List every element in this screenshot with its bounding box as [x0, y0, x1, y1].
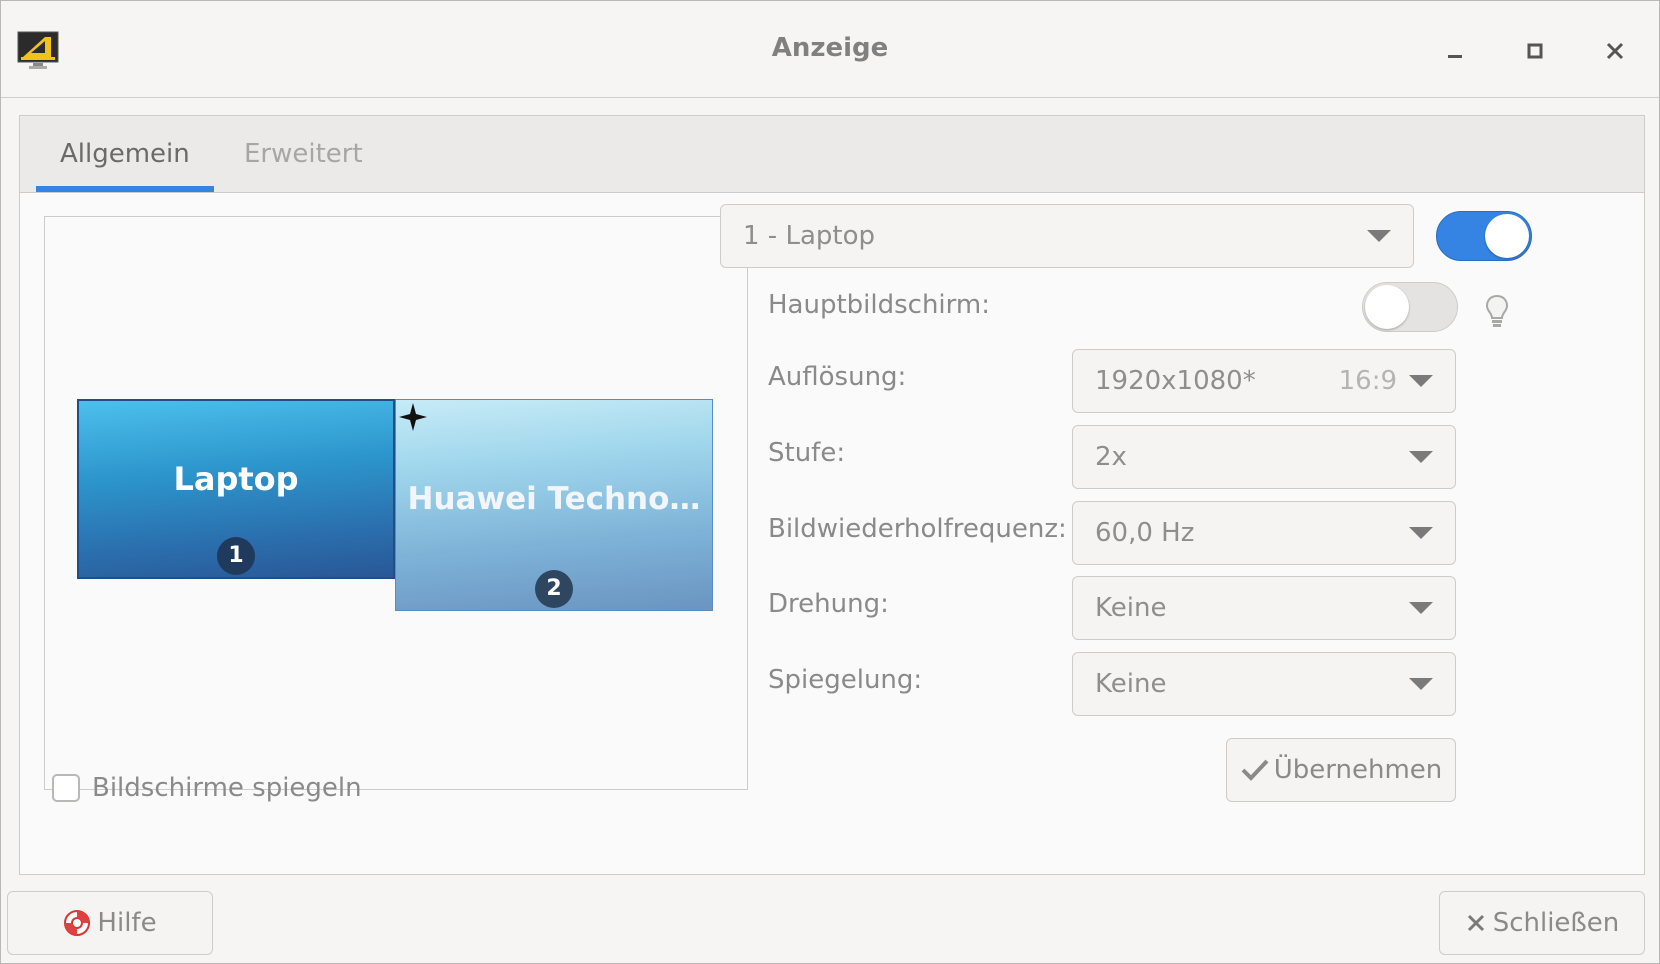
- resolution-select[interactable]: 1920x1080* 16:9: [1072, 349, 1456, 413]
- help-button[interactable]: Hilfe: [7, 891, 213, 955]
- chevron-down-icon: [1409, 375, 1433, 387]
- display-settings-window: Anzeige Allgemein Erweitert Laptop 1 Hua…: [0, 0, 1660, 964]
- rotation-select[interactable]: Keine: [1072, 576, 1456, 640]
- refresh-rate-select[interactable]: 60,0 Hz: [1072, 501, 1456, 565]
- resolution-value: 1920x1080*: [1095, 366, 1256, 396]
- monitor-enabled-switch[interactable]: [1436, 211, 1532, 261]
- switch-knob: [1365, 285, 1409, 329]
- reflection-select[interactable]: Keine: [1072, 652, 1456, 716]
- primary-display-label: Hauptbildschirm:: [768, 290, 990, 320]
- primary-display-switch[interactable]: [1362, 282, 1458, 332]
- apply-button[interactable]: Übernehmen: [1226, 738, 1456, 802]
- mirror-displays-checkbox[interactable]: Bildschirme spiegeln: [52, 770, 362, 806]
- monitor-select-value: 1 - Laptop: [743, 221, 875, 251]
- titlebar: Anzeige: [1, 1, 1659, 98]
- window-title: Anzeige: [771, 33, 889, 63]
- close-button[interactable]: Schließen: [1439, 891, 1645, 955]
- apply-button-label: Übernehmen: [1273, 755, 1443, 785]
- close-button-label: Schließen: [1492, 908, 1620, 938]
- chevron-down-icon: [1367, 230, 1391, 242]
- resolution-label: Auflösung:: [768, 362, 907, 392]
- close-icon[interactable]: [1601, 37, 1629, 65]
- scale-value: 2x: [1095, 442, 1127, 472]
- help-button-label: Hilfe: [97, 908, 157, 938]
- chevron-down-icon: [1409, 602, 1433, 614]
- tab-allgemein[interactable]: Allgemein: [36, 116, 214, 192]
- monitor-number-badge: 2: [535, 570, 573, 608]
- monitor-laptop[interactable]: Laptop 1: [77, 399, 395, 579]
- monitor-huawei[interactable]: Huawei Techno… 2: [395, 399, 713, 611]
- lifebuoy-icon: [63, 909, 91, 937]
- reflection-label: Spiegelung:: [768, 665, 923, 695]
- monitor-number-badge: 1: [217, 537, 255, 575]
- chevron-down-icon: [1409, 678, 1433, 690]
- monitor-name: Huawei Techno…: [407, 481, 701, 517]
- primary-star-icon: [399, 403, 427, 431]
- mirror-displays-label: Bildschirme spiegeln: [92, 773, 362, 803]
- switch-knob: [1485, 214, 1529, 258]
- tab-bar: Allgemein Erweitert: [20, 116, 1644, 193]
- rotation-value: Keine: [1095, 593, 1167, 623]
- reflection-value: Keine: [1095, 669, 1167, 699]
- refresh-rate-value: 60,0 Hz: [1095, 518, 1195, 548]
- refresh-rate-label: Bildwiederholfrequenz:: [768, 514, 1067, 544]
- rotation-label: Drehung:: [768, 589, 889, 619]
- maximize-icon[interactable]: [1521, 37, 1549, 65]
- resolution-aspect: 16:9: [1338, 366, 1397, 396]
- close-x-icon: [1465, 912, 1487, 934]
- tab-erweitert[interactable]: Erweitert: [220, 116, 387, 192]
- checkmark-icon: [1241, 759, 1269, 781]
- scale-select[interactable]: 2x: [1072, 425, 1456, 489]
- monitor-arrangement-preview[interactable]: Laptop 1 Huawei Techno… 2: [44, 216, 748, 790]
- lightbulb-icon[interactable]: [1484, 294, 1510, 328]
- minimize-icon[interactable]: [1441, 37, 1469, 65]
- chevron-down-icon: [1409, 527, 1433, 539]
- monitor-select[interactable]: 1 - Laptop: [720, 204, 1414, 268]
- scale-label: Stufe:: [768, 438, 846, 468]
- chevron-down-icon: [1409, 451, 1433, 463]
- checkbox-box[interactable]: [52, 774, 80, 802]
- settings-notebook: Allgemein Erweitert Laptop 1 Huawei Tech…: [19, 115, 1645, 875]
- monitor-name: Laptop: [173, 460, 299, 498]
